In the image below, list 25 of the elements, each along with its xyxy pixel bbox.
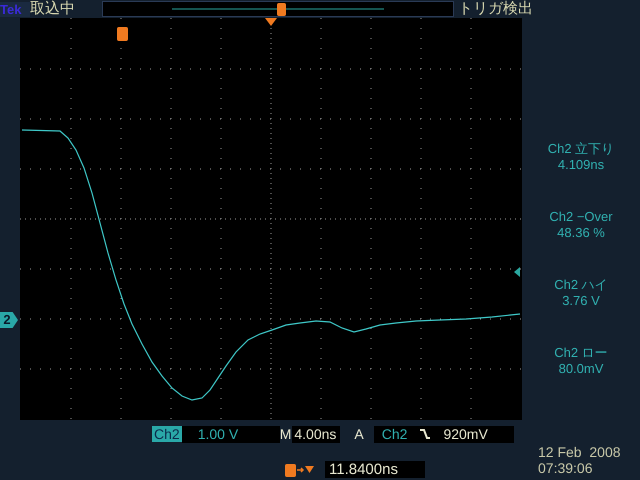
trigger-offset-icon: [285, 462, 315, 476]
timebase-value: 4.00ns: [292, 426, 340, 442]
channel-label[interactable]: Ch2: [152, 426, 182, 442]
trigger-level: 920mV: [443, 426, 488, 442]
trigger-position-value: 11.8400ns: [325, 461, 425, 478]
measurement-value: 80.0mV: [558, 361, 604, 377]
timebase-label: M: [280, 426, 292, 442]
vertical-scale: 1.00 V: [182, 426, 280, 442]
measurement-label: Ch2 −Over: [549, 209, 613, 225]
measurement-label: Ch2 ロー: [554, 345, 608, 361]
measurement-value: 3.76 V: [562, 293, 600, 309]
falling-edge-icon: [419, 428, 432, 440]
trigger-mode: A: [354, 426, 364, 442]
acquisition-status: 取込中: [30, 0, 75, 18]
measurement-label: Ch2 ハイ: [554, 277, 608, 293]
time-text: 07:39:06: [538, 460, 594, 476]
brand-logo: Tek: [0, 2, 30, 16]
trigger-level-marker[interactable]: [514, 267, 520, 277]
date-text: 12 Feb 2008: [538, 444, 621, 460]
measurement-label: Ch2 立下り: [548, 141, 614, 157]
channel-marker[interactable]: 2: [0, 312, 18, 328]
measurement-value: 4.109ns: [558, 157, 604, 173]
trigger-status: トリガ検出: [458, 0, 533, 18]
measurement-value: 48.36 %: [557, 225, 605, 241]
trigger-source: Ch2: [382, 426, 408, 442]
